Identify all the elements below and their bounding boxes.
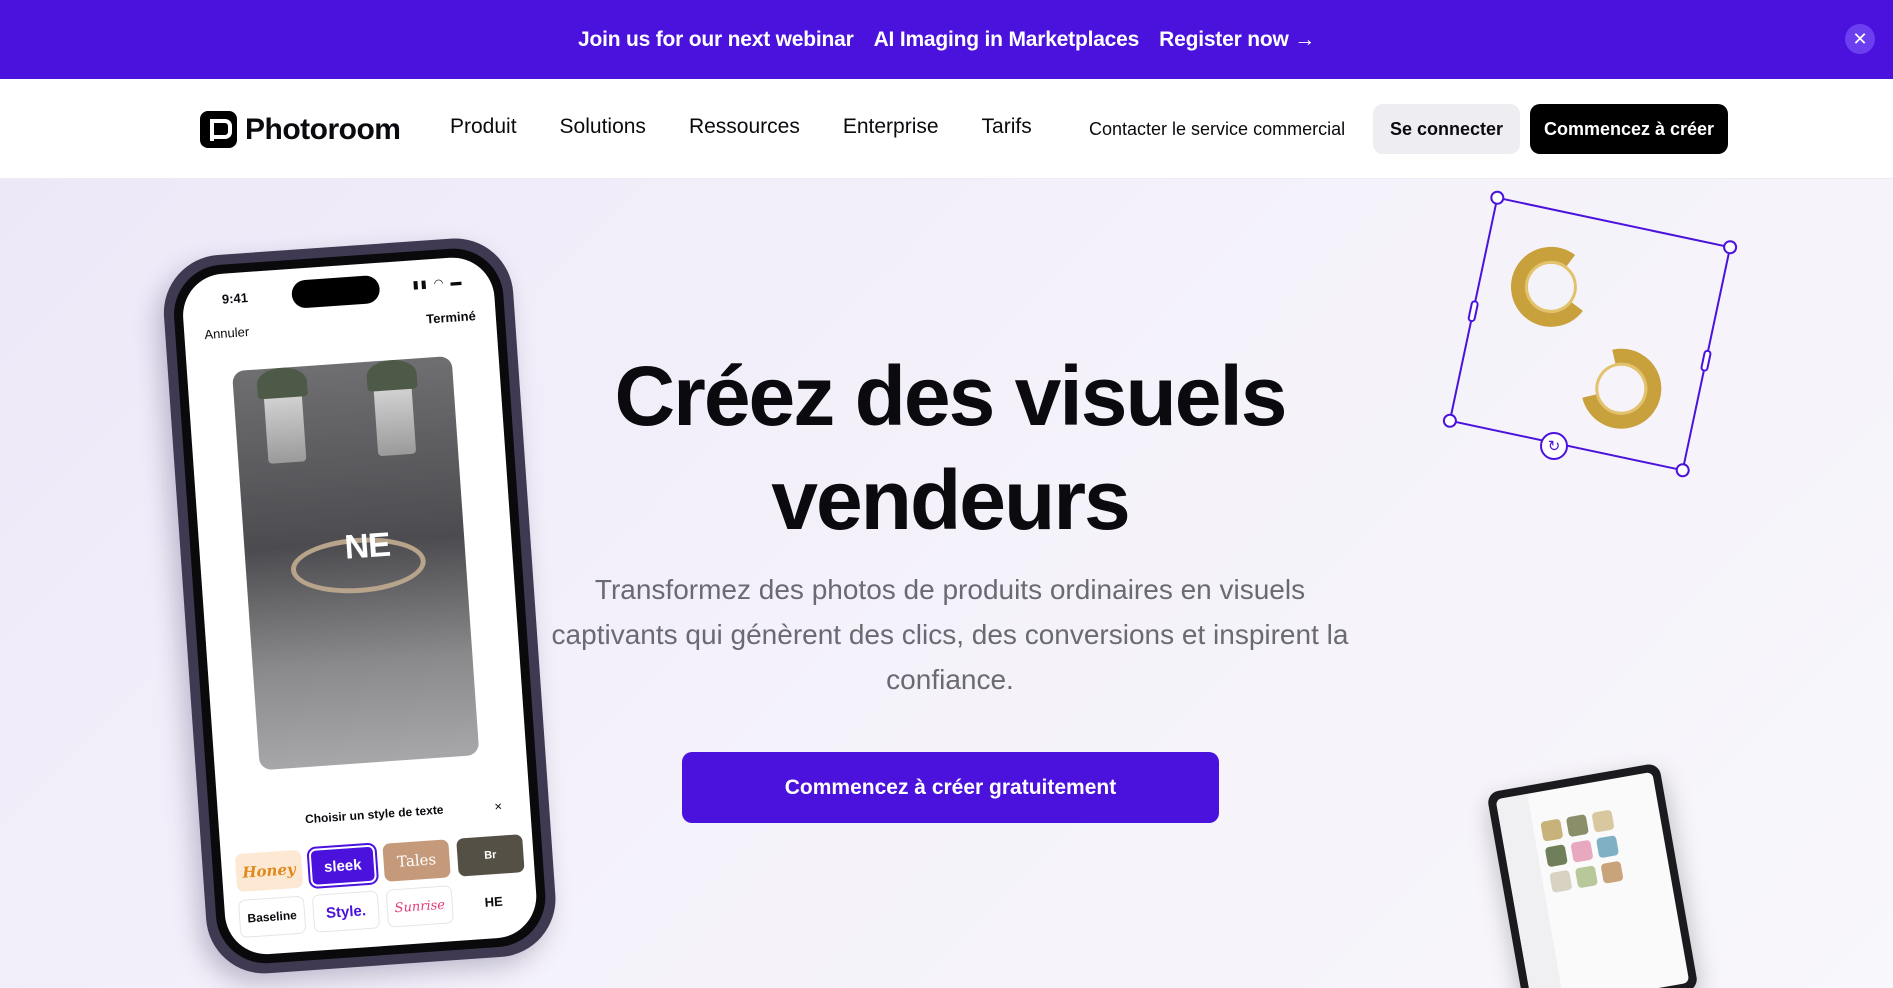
thumbnail-image [1549,869,1573,893]
text-style-grid: Honey sleek Tales Br Baseline Style. Sun… [234,834,528,939]
register-link[interactable]: Register now → [1159,28,1315,52]
start-creating-button[interactable]: Commencez à créer [1530,104,1728,154]
main-nav: Produit Solutions Ressources Enterprise … [450,115,1032,139]
earring-image [1566,333,1677,444]
style-chip-honey[interactable]: Honey [234,849,304,893]
close-icon[interactable]: × [494,798,503,813]
nav-item-produit[interactable]: Produit [450,115,517,139]
side-handle[interactable] [1699,349,1713,373]
nav-item-tarifs[interactable]: Tarifs [982,115,1032,139]
resize-handle[interactable] [1721,238,1739,256]
style-chip-baseline[interactable]: Baseline [237,895,307,939]
style-chip-sleek[interactable]: sleek [306,842,380,890]
status-time: 9:41 [221,289,249,307]
photoroom-logo-icon [200,111,237,148]
contact-sales-link[interactable]: Contacter le service commercial [1089,119,1345,140]
hero-title-line2: vendeurs [771,453,1130,547]
thumbnail-image [1591,809,1615,833]
laptop-mockup [1486,762,1699,988]
thumbnail-image [1595,835,1620,859]
hero-subtitle: Transformez des photos de produits ordin… [551,574,1349,695]
laptop-screen [1495,771,1690,988]
close-icon[interactable]: ✕ [1845,24,1875,54]
product-photo: NE [232,355,480,771]
style-chip-br[interactable]: Br [456,834,525,877]
thumbnail-image [1540,818,1564,842]
thumbnail-image [1574,865,1599,889]
side-handle[interactable] [1466,299,1480,323]
thumbnail-image [1544,844,1568,868]
hero-title-line1: Créez des visuels [614,349,1287,443]
hero-section: 9:41 ▮▮ ◠ ▬ Annuler Terminé NE Choisir u… [0,179,1893,988]
plant-pot-image [373,378,417,457]
banner-lead: Join us for our next webinar [577,27,854,51]
nav-item-ressources[interactable]: Ressources [689,115,800,139]
overlay-text[interactable]: NE [343,526,391,568]
style-chip-he[interactable]: HE [459,880,528,923]
nav-item-enterprise[interactable]: Enterprise [843,115,939,139]
site-header: Photoroom Produit Solutions Ressources E… [0,79,1893,179]
banner-topic[interactable]: AI Imaging in Marketplaces [874,28,1140,52]
done-link[interactable]: Terminé [426,308,477,326]
signal-wifi-battery-icon: ▮▮ ◠ ▬ [412,275,464,292]
start-free-button[interactable]: Commencez à créer gratuitement [682,752,1219,823]
nav-item-solutions[interactable]: Solutions [560,115,646,139]
style-chip-sunrise[interactable]: Sunrise [385,885,455,928]
style-chip-tales[interactable]: Tales [382,839,451,882]
style-chip-style[interactable]: Style. [311,890,381,933]
selection-box[interactable] [1441,189,1739,479]
hero-title: Créez des visuels vendeurs [470,344,1430,552]
resize-handle[interactable] [1441,412,1459,430]
rotate-icon[interactable]: ↻ [1540,432,1568,460]
announcement-banner: Join us for our next webinar AI Imaging … [0,0,1893,79]
thumbnail-image [1570,839,1594,863]
earring-image [1505,241,1597,333]
thumbnail-image [1565,814,1590,838]
login-button[interactable]: Se connecter [1373,104,1520,154]
resize-handle[interactable] [1489,189,1506,207]
cancel-link[interactable]: Annuler [204,324,250,342]
dynamic-island [290,274,381,309]
logo-text: Photoroom [245,112,401,146]
text-style-title: Choisir un style de texte [304,802,444,827]
resize-handle[interactable] [1674,461,1691,479]
thumbnail-image [1600,860,1624,884]
logo[interactable]: Photoroom [200,111,401,148]
plant-pot-image [263,386,307,464]
